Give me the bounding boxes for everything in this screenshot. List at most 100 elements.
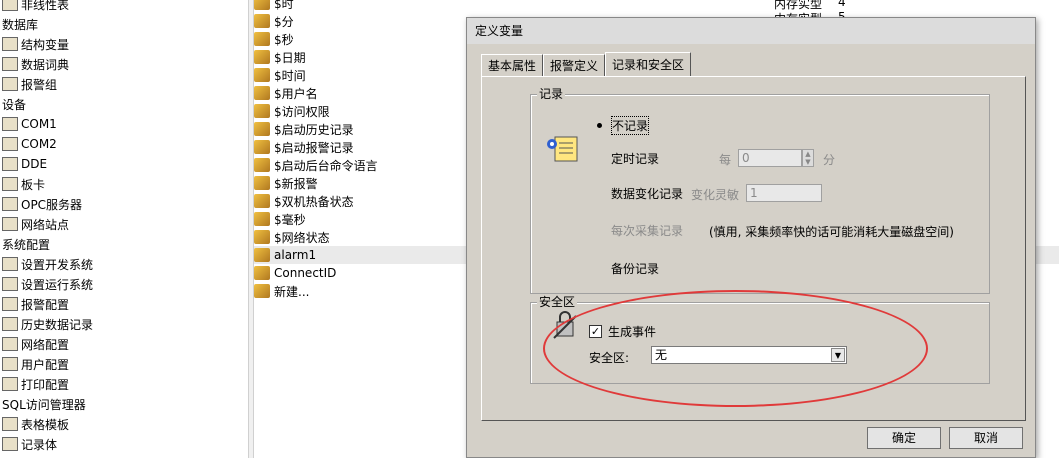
define-variable-dialog: 定义变量 基本属性 报警定义 记录和安全区 记录 不记录 定时记录 每 0 ▲ … <box>466 17 1036 458</box>
tree-item[interactable]: OPC服务器 <box>0 194 82 214</box>
tree-item[interactable]: COM1 <box>0 114 57 134</box>
tree-item[interactable]: 数据词典 <box>0 54 69 74</box>
list-item[interactable]: $启动报警记录 <box>254 138 354 156</box>
variable-tag-icon <box>254 158 270 172</box>
security-zone-select[interactable]: 无 ▼ <box>651 346 847 364</box>
tree-item-label: 网络站点 <box>21 217 70 232</box>
tree-item-label: 打印配置 <box>21 377 70 392</box>
radio-dot <box>593 188 605 200</box>
tree-item-label: 非线性表 <box>21 0 70 12</box>
tree-item-label: 设置运行系统 <box>21 277 94 292</box>
tree-item-label: 板卡 <box>21 177 46 192</box>
tree-item[interactable]: COM2 <box>0 134 57 154</box>
tree-item[interactable]: 数据库 <box>0 14 38 34</box>
tree-item[interactable]: 报警配置 <box>0 294 69 314</box>
list-item[interactable]: $用户名 <box>254 84 318 102</box>
list-item[interactable]: 新建... <box>254 282 309 300</box>
radio-no-record[interactable]: 不记录 <box>593 116 650 135</box>
tree-item[interactable]: 网络站点 <box>0 214 69 234</box>
radio-label: 备份记录 <box>611 262 660 276</box>
list-item[interactable]: $启动历史记录 <box>254 120 354 138</box>
list-item[interactable]: $网络状态 <box>254 228 330 246</box>
list-item-label: $启动历史记录 <box>274 122 354 137</box>
radio-backup-record[interactable]: 备份记录 <box>593 260 659 277</box>
project-tree: 非线性表 数据库 结构变量 数据词典 报警组 设备 COM1 COM2 DDE 板卡 OPC服务器网… <box>0 0 248 458</box>
list-item[interactable]: $分 <box>254 12 294 30</box>
list-item-label: $新报警 <box>274 176 318 191</box>
tree-item[interactable]: 设置开发系统 <box>0 254 93 274</box>
radio-each-sample-record[interactable]: 每次采集记录 <box>593 222 683 239</box>
tree-item[interactable]: 打印配置 <box>0 374 69 394</box>
variable-tag-icon <box>254 0 270 10</box>
tree-item[interactable]: 用户配置 <box>0 354 69 374</box>
tree-item-label: COM2 <box>21 137 57 151</box>
tab-basic-properties[interactable]: 基本属性 <box>481 54 544 76</box>
interval-spinner[interactable]: ▲ ▼ <box>802 149 814 167</box>
tree-item-label: 数据库 <box>2 17 39 32</box>
radio-timed-record[interactable]: 定时记录 <box>593 150 659 167</box>
alarm-group-icon <box>2 77 18 91</box>
list-item[interactable]: $日期 <box>254 48 306 66</box>
tree-item-label: OPC服务器 <box>21 197 83 212</box>
variable-tag-icon <box>254 104 270 118</box>
variable-tag-icon <box>254 230 270 244</box>
list-item[interactable]: $双机热备状态 <box>254 192 354 210</box>
tree-item[interactable]: SQL访问管理器 <box>0 394 86 414</box>
tree-item[interactable]: 板卡 <box>0 174 45 194</box>
list-item[interactable]: $秒 <box>254 30 294 48</box>
tree-item[interactable]: DDE <box>0 154 47 174</box>
tab-record-and-security[interactable]: 记录和安全区 <box>605 52 692 76</box>
dialog-title: 定义变量 <box>467 18 1035 44</box>
tree-item-label: 报警组 <box>21 77 58 92</box>
list-item[interactable]: $时间 <box>254 66 306 84</box>
record-group-title: 记录 <box>537 87 566 101</box>
security-group: 安全区 ✓ 生成事件 安全区: 无 ▼ <box>530 295 990 384</box>
radio-dot <box>593 263 605 275</box>
tree-item[interactable]: 报警组 <box>0 74 57 94</box>
tree-item[interactable]: 设备 <box>0 94 26 114</box>
list-item[interactable]: $启动后台命令语言 <box>254 156 378 174</box>
list-item-label: $时 <box>274 0 294 11</box>
tree-item[interactable]: 记录体 <box>0 434 57 454</box>
record-notebook-icon <box>547 136 578 162</box>
variable-tag-icon <box>254 14 270 28</box>
variable-tag-icon <box>254 248 270 262</box>
tree-item[interactable]: 历史数据记录 <box>0 314 93 334</box>
tree-item-label: 记录体 <box>21 437 58 452</box>
list-item[interactable]: $时 <box>254 0 294 12</box>
interval-input[interactable]: 0 <box>738 149 802 167</box>
ok-button[interactable]: 确定 <box>867 427 941 449</box>
security-lock-icon <box>553 311 577 339</box>
tab-strip: 基本属性 报警定义 记录和安全区 <box>481 52 692 76</box>
list-item[interactable]: ConnectID <box>254 264 336 282</box>
tree-item[interactable]: 结构变量 <box>0 34 69 54</box>
list-item[interactable]: $访问权限 <box>254 102 330 120</box>
interval-unit: 分 <box>823 153 836 167</box>
tree-item-label: 报警配置 <box>21 297 70 312</box>
tree-item[interactable]: 网络配置 <box>0 334 69 354</box>
alarm-config-icon <box>2 297 18 311</box>
radio-label: 不记录 <box>611 116 650 135</box>
sensitivity-label: 变化灵敏 <box>691 188 740 202</box>
radio-change-record[interactable]: 数据变化记录 <box>593 185 683 202</box>
tree-item[interactable]: 非线性表 <box>0 0 69 14</box>
tree-item[interactable]: 设置运行系统 <box>0 274 93 294</box>
chevron-down-icon[interactable]: ▼ <box>831 348 845 362</box>
list-item[interactable]: $毫秒 <box>254 210 306 228</box>
list-item[interactable]: $新报警 <box>254 174 318 192</box>
sensitivity-input[interactable]: 1 <box>746 184 822 202</box>
variable-tag-icon <box>254 212 270 226</box>
tree-item-label: 设置开发系统 <box>21 257 94 272</box>
list-item-label: $网络状态 <box>274 230 330 245</box>
list-item-label: ConnectID <box>274 266 337 280</box>
tree-item-label: 历史数据记录 <box>21 317 94 332</box>
variable-tag-icon <box>254 140 270 154</box>
tree-item[interactable]: 表格模板 <box>0 414 69 434</box>
cancel-button[interactable]: 取消 <box>949 427 1023 449</box>
history-icon <box>2 317 18 331</box>
radio-dot <box>593 225 605 237</box>
generate-event-checkbox[interactable]: ✓ 生成事件 <box>589 323 656 340</box>
tree-item[interactable]: 系统配置 <box>0 234 50 254</box>
tab-alarm-definition[interactable]: 报警定义 <box>543 54 606 76</box>
serial-port-icon <box>2 137 18 151</box>
